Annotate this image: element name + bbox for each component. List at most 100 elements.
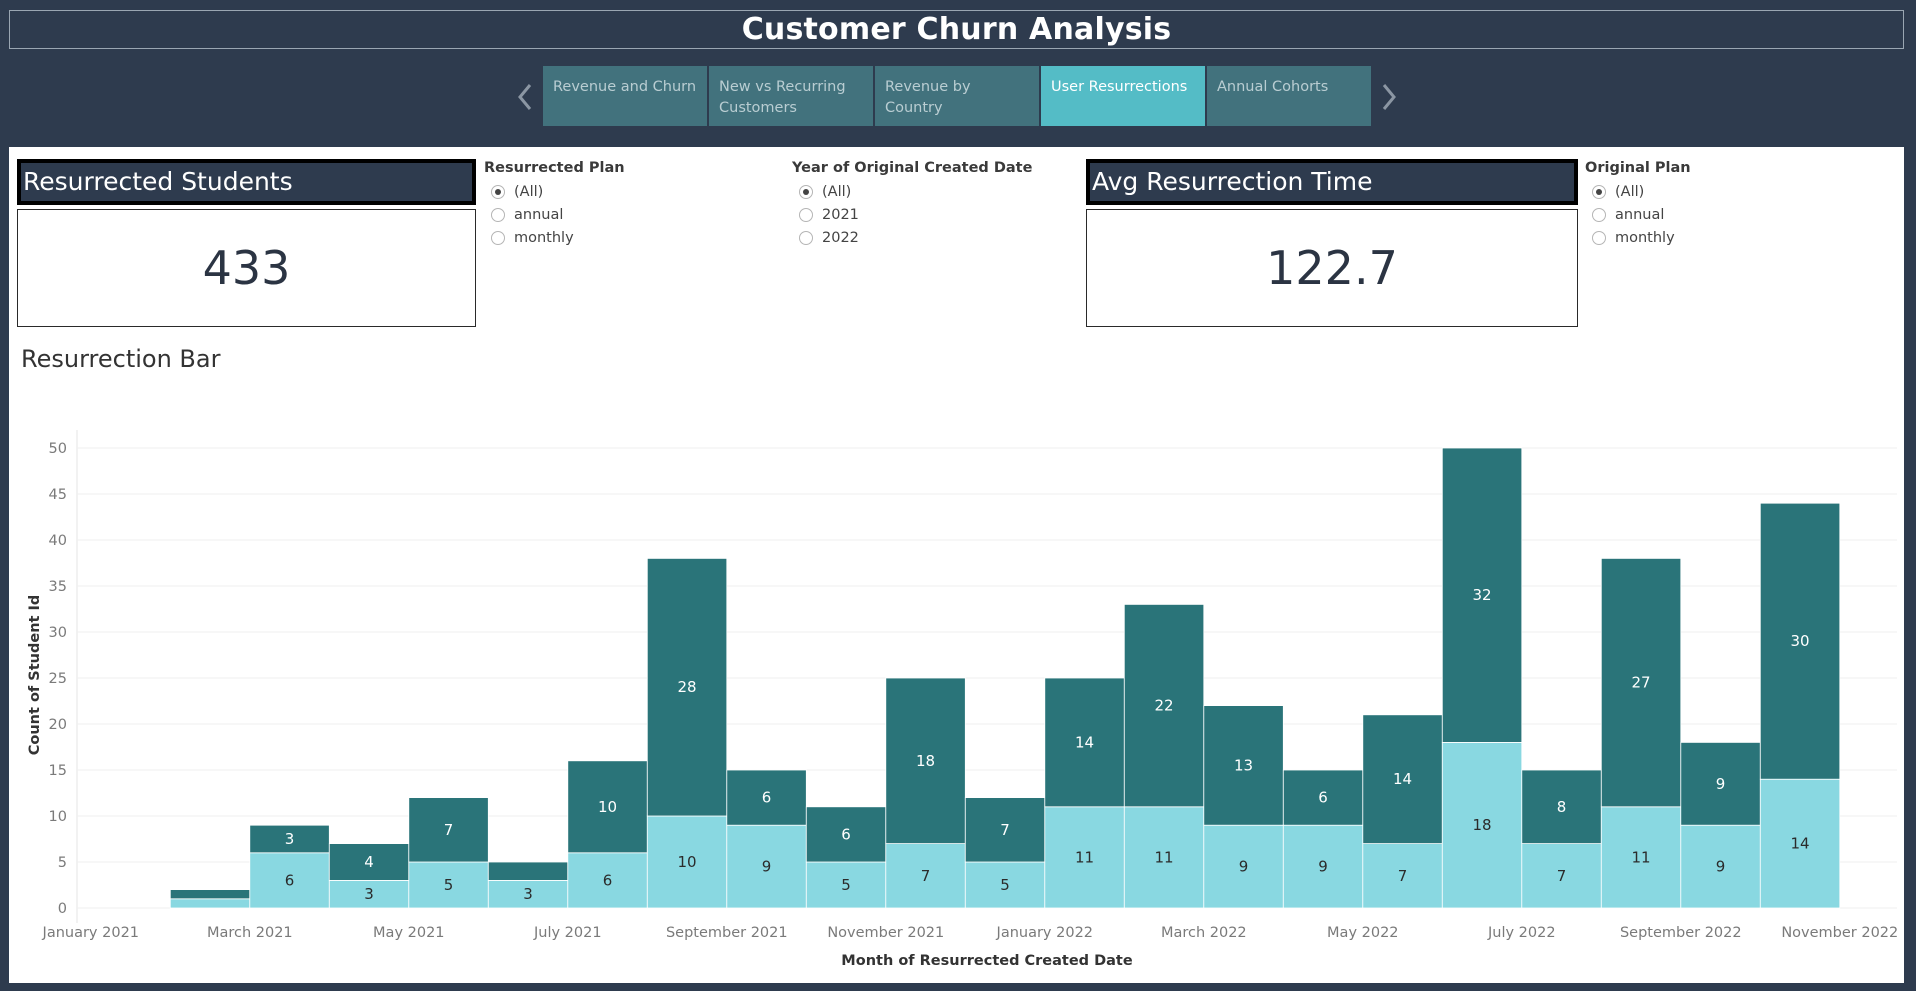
y-tick-label: 5 [58, 855, 67, 871]
radio-icon[interactable] [799, 207, 813, 222]
bar-label-light: 5 [841, 876, 851, 894]
radio-icon[interactable] [1592, 230, 1606, 245]
y-tick-label: 45 [49, 487, 67, 503]
bar-label-light: 5 [1000, 876, 1010, 894]
resurrected-students-title: Resurrected Students [17, 159, 476, 205]
tab-user-resurrections[interactable]: User Resurrections [1041, 66, 1205, 126]
bar-label-light: 7 [1398, 867, 1408, 885]
y-tick-label: 15 [49, 763, 67, 779]
y-axis-label: Count of Student Id [27, 595, 43, 756]
bar-label-light: 3 [523, 885, 533, 903]
original-plan-filter: Original Plan (All) annual monthly [1585, 160, 1691, 249]
bar-label-light: 7 [921, 867, 931, 885]
avg-resurrection-time-title: Avg Resurrection Time [1086, 159, 1578, 205]
bar-label-dark: 30 [1791, 632, 1810, 650]
x-tick-label: May 2021 [373, 925, 445, 941]
bar-label-light: 18 [1473, 816, 1492, 834]
bar-label-dark: 9 [1716, 775, 1726, 793]
x-tick-label: September 2022 [1620, 925, 1742, 941]
y-tick-label: 10 [49, 809, 67, 825]
original-plan-filter-title: Original Plan [1585, 160, 1691, 176]
bar-label-dark: 32 [1473, 586, 1492, 604]
year-option-2021[interactable]: 2021 [792, 203, 1032, 226]
radio-selected-icon[interactable] [799, 184, 813, 199]
x-tick-label: November 2022 [1781, 925, 1898, 941]
bar-label-dark: 22 [1155, 697, 1174, 715]
resurrected-plan-option-all[interactable]: (All) [484, 180, 625, 203]
avg-resurrection-time-kpi: 122.7 [1086, 209, 1578, 327]
bar-label-light: 9 [1318, 858, 1328, 876]
dashboard-panel: Resurrected Students 433 Resurrected Pla… [9, 147, 1904, 983]
bar-label-dark: 18 [916, 752, 935, 770]
bar-label-light: 6 [603, 871, 613, 889]
resurrected-plan-filter: Resurrected Plan (All) annual monthly [484, 160, 625, 249]
bar-label-dark: 8 [1557, 798, 1567, 816]
tab-revenue-by-country[interactable]: Revenue by Country [875, 66, 1039, 126]
bar-label-light: 11 [1632, 848, 1651, 866]
year-option-all[interactable]: (All) [792, 180, 1032, 203]
bar-label-dark: 6 [841, 825, 851, 843]
bar-label-light: 14 [1791, 835, 1810, 853]
y-tick-label: 50 [49, 441, 67, 457]
radio-selected-icon[interactable] [491, 184, 505, 199]
radio-icon[interactable] [491, 207, 505, 222]
original-plan-option-monthly[interactable]: monthly [1585, 226, 1691, 249]
y-tick-label: 0 [58, 901, 67, 917]
bar-label-light: 11 [1155, 848, 1174, 866]
x-tick-label: January 2021 [42, 925, 139, 941]
bar-label-light: 6 [285, 871, 295, 889]
x-tick-label: July 2021 [533, 925, 602, 941]
dashboard-title: Customer Churn Analysis [741, 12, 1172, 47]
y-tick-label: 30 [49, 625, 67, 641]
original-plan-option-annual[interactable]: annual [1585, 203, 1691, 226]
radio-icon[interactable] [799, 230, 813, 245]
y-tick-label: 35 [49, 579, 67, 595]
x-tick-label: January 2022 [996, 925, 1093, 941]
x-tick-label: November 2021 [827, 925, 944, 941]
story-tabs: Revenue and Churn New vs Recurring Custo… [543, 66, 1371, 126]
y-tick-label: 20 [49, 717, 67, 733]
x-tick-label: March 2021 [207, 925, 293, 941]
y-tick-label: 40 [49, 533, 67, 549]
bar-label-dark: 28 [678, 678, 697, 696]
chevron-left-icon[interactable] [512, 80, 540, 114]
resurrected-students-kpi: 433 [17, 209, 476, 327]
x-tick-label: September 2021 [666, 925, 788, 941]
bar-label-dark: 13 [1234, 756, 1253, 774]
bar-label-light: 7 [1557, 867, 1567, 885]
bar-label-light: 9 [762, 858, 772, 876]
bar-label-light: 3 [364, 885, 374, 903]
bar-label-dark: 7 [1000, 821, 1010, 839]
tab-new-vs-recurring-customers[interactable]: New vs Recurring Customers [709, 66, 873, 126]
bar-label-dark: 10 [598, 798, 617, 816]
resurrection-bar-chart: 0510152025303540455063345736101028965671… [27, 430, 1898, 969]
bar-label-dark: 3 [285, 830, 295, 848]
x-axis-label: Month of Resurrected Created Date [841, 953, 1133, 969]
dashboard-title-bar: Customer Churn Analysis [9, 10, 1904, 49]
year-option-2022[interactable]: 2022 [792, 226, 1032, 249]
resurrected-plan-option-annual[interactable]: annual [484, 203, 625, 226]
radio-icon[interactable] [1592, 207, 1606, 222]
resurrected-plan-option-monthly[interactable]: monthly [484, 226, 625, 249]
radio-selected-icon[interactable] [1592, 184, 1606, 199]
bar-label-light: 11 [1075, 848, 1094, 866]
tab-annual-cohorts[interactable]: Annual Cohorts [1207, 66, 1371, 126]
year-original-created-filter-title: Year of Original Created Date [792, 160, 1033, 176]
x-tick-label: July 2022 [1487, 925, 1556, 941]
bar-label-light: 5 [444, 876, 454, 894]
year-original-created-filter: Year of Original Created Date (All) 2021… [792, 160, 1032, 249]
chevron-right-icon[interactable] [1374, 80, 1402, 114]
chart-title: Resurrection Bar [21, 345, 221, 373]
tab-revenue-and-churn[interactable]: Revenue and Churn [543, 66, 707, 126]
resurrected-plan-filter-title: Resurrected Plan [484, 160, 625, 176]
bar-label-light: 9 [1239, 858, 1249, 876]
bar-label-light: 9 [1716, 858, 1726, 876]
bar-label-dark: 7 [444, 821, 454, 839]
avg-resurrection-time-value: 122.7 [1266, 241, 1398, 295]
radio-icon[interactable] [491, 230, 505, 245]
bar-label-dark: 6 [762, 789, 772, 807]
original-plan-option-all[interactable]: (All) [1585, 180, 1691, 203]
bar-segment-dark [169, 889, 251, 900]
x-tick-label: May 2022 [1327, 925, 1399, 941]
resurrected-students-value: 433 [202, 241, 291, 295]
